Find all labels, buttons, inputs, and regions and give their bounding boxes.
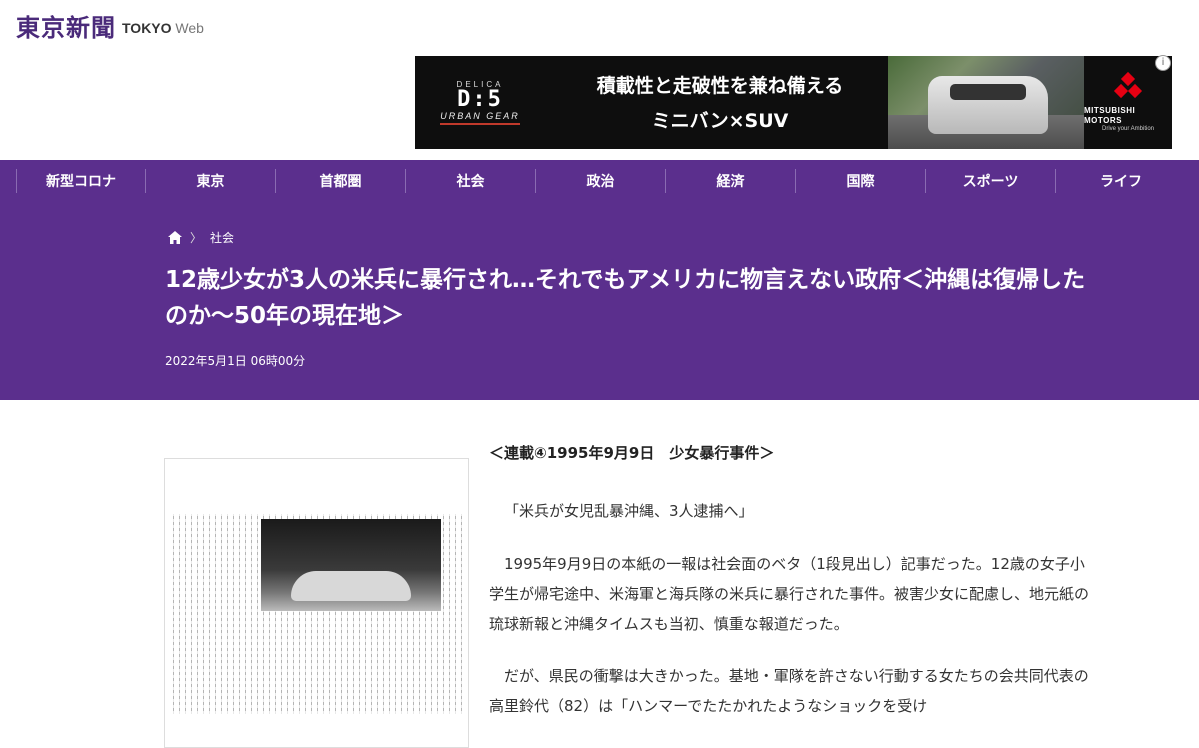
logo-sub-light: Web <box>175 19 204 36</box>
breadcrumb-separator: 〉 <box>190 231 203 245</box>
site-header: 東京新聞 TOKYO Web DELICA D:5 URBAN GEAR 積載性… <box>0 0 1199 160</box>
article-paragraph: だが、県民の衝撃は大きかった。基地・軍隊を許さない行動する女たちの会共同代表の高… <box>489 667 1089 715</box>
mitsubishi-diamonds-icon <box>1113 71 1143 100</box>
ad-maker: MITSUBISHI MOTORS <box>1084 105 1136 125</box>
newspaper-photo <box>261 519 441 611</box>
newspaper-photo-car <box>291 571 411 601</box>
article-title: 12歳少女が3人の米兵に暴行され…それでもアメリカに物言えない政府＜沖縄は復帰し… <box>165 267 1086 329</box>
ad-edition: URBAN GEAR <box>440 111 520 125</box>
logo-mark: 東京新聞 <box>16 13 116 42</box>
nav-item-tokyo[interactable]: 東京 <box>146 169 276 193</box>
ad-info-icon[interactable]: i <box>1155 55 1171 71</box>
ad-car-window <box>950 84 1026 100</box>
article-date: 2022年5月1日 06時00分 <box>165 354 306 368</box>
category-nav: 新型コロナ 東京 首都圏 社会 政治 経済 国際 スポーツ ライフ <box>0 160 1199 202</box>
nav-item-economy[interactable]: 経済 <box>666 169 796 193</box>
advertisement-banner[interactable]: DELICA D:5 URBAN GEAR 積載性と走破性を兼ね備える ミニバン… <box>415 56 1172 149</box>
ad-model-logo: DELICA D:5 URBAN GEAR <box>415 56 545 149</box>
ad-copy: 積載性と走破性を兼ね備える ミニバン×SUV <box>555 71 885 133</box>
home-icon[interactable] <box>168 231 182 244</box>
nav-item-life[interactable]: ライフ <box>1056 169 1186 193</box>
nav-item-international[interactable]: 国際 <box>796 169 926 193</box>
ad-model: D:5 <box>457 87 503 112</box>
ad-headline: 積載性と走破性を兼ね備える <box>596 75 844 97</box>
article-subhead: ＜連載④1995年9月9日 少女暴行事件＞ <box>489 444 775 462</box>
ad-subline: ミニバン×SUV <box>651 110 789 132</box>
site-logo[interactable]: 東京新聞 TOKYO Web <box>16 8 204 43</box>
logo-subtitle: TOKYO Web <box>122 20 204 36</box>
breadcrumb-category[interactable]: 社会 <box>210 229 234 246</box>
article-paragraph: 1995年9月9日の本紙の一報は社会面のベタ（1段見出し）記事だった。12歳の女… <box>489 555 1090 633</box>
nav-item-politics[interactable]: 政治 <box>536 169 666 193</box>
article-header: 〉 社会 12歳少女が3人の米兵に暴行され…それでもアメリカに物言えない政府＜沖… <box>0 202 1199 400</box>
article-paragraph: 「米兵が女児乱暴沖縄、3人逮捕へ」 <box>504 502 754 520</box>
logo-sub-bold: TOKYO <box>122 19 172 36</box>
nav-item-society[interactable]: 社会 <box>406 169 536 193</box>
article-photo[interactable] <box>164 458 469 748</box>
nav-item-metro[interactable]: 首都圏 <box>276 169 406 193</box>
nav-item-corona[interactable]: 新型コロナ <box>16 169 146 193</box>
nav-item-sports[interactable]: スポーツ <box>926 169 1056 193</box>
breadcrumb: 〉 社会 <box>168 229 234 246</box>
article-body: ＜連載④1995年9月9日 少女暴行事件＞ 「米兵が女児乱暴沖縄、3人逮捕へ」 … <box>489 440 1089 721</box>
ad-slogan: Drive your Ambition <box>1101 125 1155 132</box>
ad-car-photo <box>888 56 1084 149</box>
